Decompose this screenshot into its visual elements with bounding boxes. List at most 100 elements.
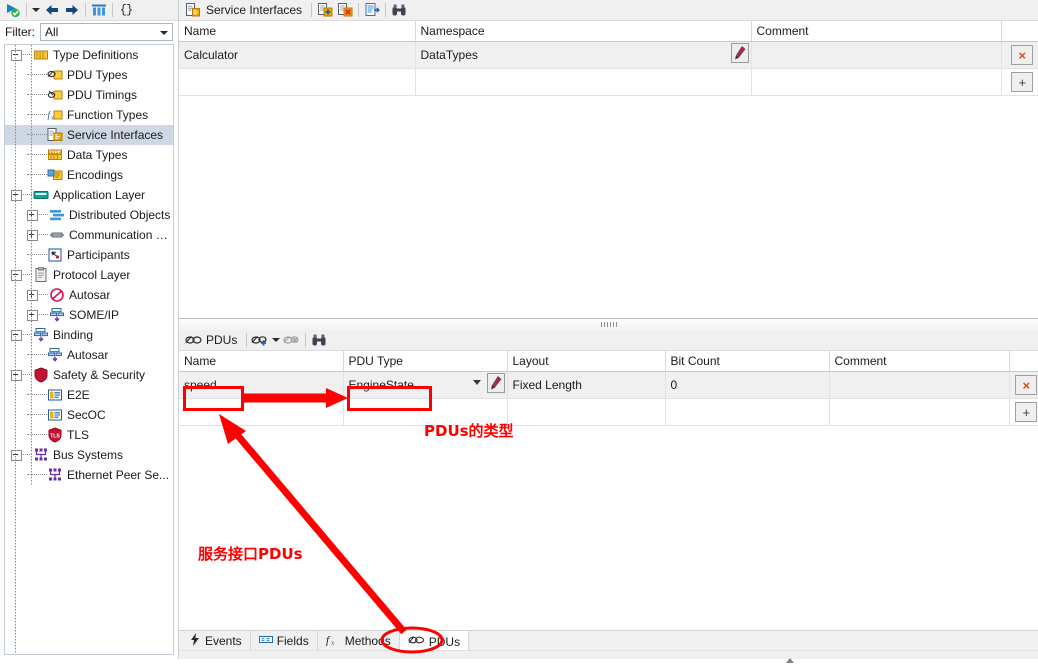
navigation-tree[interactable]: Type Definitions PDU Types PDU Timings f x Fu… [4, 44, 174, 655]
cell-pdu-name[interactable]: speed [179, 371, 344, 399]
cell-pdu-type[interactable]: EngineState [343, 371, 508, 399]
tab-events[interactable]: Events [181, 631, 251, 651]
document-delete-icon[interactable] [335, 1, 355, 20]
add-pdu-dropdown-caret-icon[interactable] [270, 331, 282, 350]
delete-row-button[interactable]: × [1015, 375, 1038, 395]
column-header[interactable]: Comment [829, 351, 1010, 372]
pdu-add-icon[interactable] [250, 331, 270, 350]
cell-comment[interactable] [829, 371, 1010, 399]
panel-title: Service Interfaces [206, 3, 303, 17]
cell-pdu-type-empty[interactable] [343, 398, 508, 426]
cell-namespace-empty[interactable] [415, 68, 752, 96]
cell-namespace[interactable]: DataTypes [415, 41, 752, 69]
protocol-layer-icon [33, 267, 49, 283]
tree-connector [39, 294, 48, 296]
tab-fields[interactable]: Fields [251, 631, 318, 651]
columns-icon[interactable] [89, 1, 109, 20]
column-header-actions [1009, 351, 1038, 372]
filter-combobox[interactable]: All [40, 23, 173, 41]
filter-label: Filter: [5, 25, 35, 39]
table-row[interactable]: Calculator DataTypes × [179, 41, 1038, 69]
tree-item-label: E2E [67, 388, 90, 402]
column-header[interactable]: Name [179, 21, 416, 42]
add-row-button[interactable]: + [1011, 72, 1034, 92]
toolbar-separator [112, 3, 113, 17]
svg-text:TYPE: TYPE [49, 149, 61, 154]
binoculars-icon[interactable] [309, 331, 329, 350]
toolbar-separator [85, 3, 86, 17]
expand-toggle-icon[interactable] [27, 289, 38, 301]
column-header[interactable]: Comment [751, 21, 1002, 42]
cell-comment-empty[interactable] [829, 398, 1010, 426]
cell-name[interactable]: Calculator [179, 41, 416, 69]
service-interfaces-icon [183, 1, 203, 20]
delete-row-button[interactable]: × [1011, 45, 1034, 65]
tree-item-label: PDU Timings [67, 88, 138, 102]
filter-row: Filter: All [0, 21, 178, 43]
encodings-icon [47, 167, 63, 183]
forward-arrow-icon[interactable] [62, 1, 82, 20]
pdu-timings-icon [47, 87, 63, 103]
left-pane: {} Filter: All Type Definitions PDU Types… [0, 0, 179, 659]
lightning-icon [189, 633, 201, 649]
binoculars-icon[interactable] [389, 1, 409, 20]
pencil-icon[interactable] [730, 43, 749, 63]
service-interfaces-toolbar: Service Interfaces [179, 0, 1038, 21]
column-header[interactable]: Namespace [415, 21, 752, 42]
tree-item-label: Binding [53, 328, 94, 342]
braces-icon[interactable]: {} [116, 1, 136, 20]
column-header[interactable]: Layout [507, 351, 666, 372]
column-header[interactable]: Name [179, 351, 344, 372]
tab-pdus[interactable]: PDUs [399, 631, 470, 651]
pdu-delete-icon[interactable] [282, 331, 302, 350]
collapse-toggle-icon[interactable] [11, 449, 22, 461]
table-add-row[interactable]: + [179, 68, 1038, 96]
tree-item-label: Bus Systems [53, 448, 124, 462]
pencil-icon[interactable] [486, 373, 505, 393]
tree-item-label: Participants [67, 248, 130, 262]
cell-layout[interactable]: Fixed Length [507, 371, 666, 399]
chevron-down-icon[interactable] [472, 380, 481, 385]
cell-pdu-name-empty[interactable] [179, 398, 344, 426]
collapse-toggle-icon[interactable] [11, 269, 22, 281]
cell-bit-count[interactable]: 0 [665, 371, 830, 399]
collapse-toggle-icon[interactable] [11, 49, 22, 61]
application-window: {} Filter: All Type Definitions PDU Types… [0, 0, 1038, 663]
collapse-toggle-icon[interactable] [11, 189, 22, 201]
service-interfaces-table[interactable]: Name Namespace Comment Calculator DataTypes ×… [179, 21, 1038, 96]
chevron-down-icon[interactable] [160, 31, 168, 35]
cell-namespace-text: DataTypes [420, 48, 478, 62]
dropdown-caret-icon[interactable] [30, 1, 42, 20]
table-add-row[interactable]: + [179, 398, 1038, 426]
tree-connector [27, 154, 47, 156]
table-row[interactable]: speed EngineState Fixed Length 0 × [179, 371, 1038, 399]
tls-icon: TLS [47, 427, 63, 443]
expand-toggle-icon[interactable] [27, 209, 38, 221]
expand-toggle-icon[interactable] [27, 309, 38, 321]
expand-toggle-icon[interactable] [27, 229, 38, 241]
collapse-toggle-icon[interactable] [11, 329, 22, 341]
collapse-toggle-icon[interactable] [11, 369, 22, 381]
pdus-tabstrip[interactable]: Events Fields f x Methods PDUs [179, 630, 1038, 651]
cell-bit-count-empty[interactable] [665, 398, 830, 426]
pdus-table[interactable]: Name PDU Type Layout Bit Count Comment speed E… [179, 351, 1038, 426]
tree-item-label: SecOC [67, 408, 106, 422]
scroll-thumb-icon[interactable] [785, 652, 795, 663]
autosar-icon [49, 287, 65, 303]
tree-connector [39, 234, 48, 236]
add-row-button[interactable]: + [1015, 402, 1038, 422]
document-edit-icon[interactable] [362, 1, 382, 20]
back-arrow-icon[interactable] [42, 1, 62, 20]
column-header[interactable]: PDU Type [343, 351, 508, 372]
horizontal-scrollbar[interactable] [179, 650, 1038, 663]
tab-methods[interactable]: f x Methods [318, 631, 400, 651]
cell-name-empty[interactable] [179, 68, 416, 96]
run-validate-icon[interactable] [3, 1, 23, 20]
column-header[interactable]: Bit Count [665, 351, 830, 372]
document-add-icon[interactable] [315, 1, 335, 20]
tree-item-label: TLS [67, 428, 90, 442]
cell-comment[interactable] [751, 41, 1002, 69]
secoc-icon [47, 407, 63, 423]
cell-comment-empty[interactable] [751, 68, 1002, 96]
cell-layout-empty[interactable] [507, 398, 666, 426]
